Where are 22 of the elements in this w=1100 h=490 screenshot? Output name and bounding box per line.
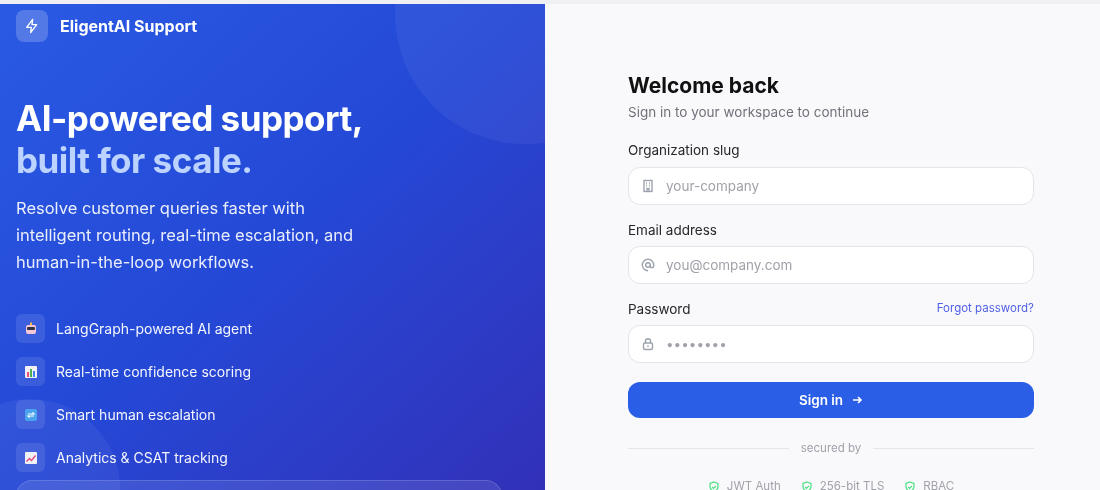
brand-name: EligentAI Support xyxy=(60,15,198,38)
field-label: Organization slug xyxy=(628,141,740,161)
divider-label: secured by xyxy=(800,440,862,457)
sign-in-button[interactable]: Sign in xyxy=(628,382,1034,418)
hero-description: Resolve customer queries faster with intelligent routing, real-time escalation, and human-in-the-loop workflows. xyxy=(16,197,355,274)
form-title: Welcome back xyxy=(628,72,780,100)
field-label: Password xyxy=(628,299,691,319)
feature-label: LangGraph-powered AI agent xyxy=(56,319,253,339)
headline-accent: built for scale. xyxy=(16,139,254,181)
security-label: RBAC xyxy=(923,478,955,490)
input-field[interactable]: •••••••• xyxy=(628,325,1034,363)
form-subtitle: Sign in to your workspace to continue xyxy=(628,103,871,122)
forgot-password-link[interactable]: Forgot password? xyxy=(936,300,1034,318)
security-label: JWT Auth xyxy=(726,478,781,490)
headline: AI-powered support, xyxy=(16,97,365,139)
security-label: 256-bit TLS xyxy=(819,478,885,490)
input-field[interactable]: your-company xyxy=(628,166,1034,205)
field-label: Email address xyxy=(628,220,717,240)
input-field[interactable]: you@company.com xyxy=(628,245,1034,284)
feature-label: Real-time confidence scoring xyxy=(56,362,251,382)
feature-label: Analytics & CSAT tracking xyxy=(56,448,228,468)
feature-label: Smart human escalation xyxy=(56,405,216,425)
